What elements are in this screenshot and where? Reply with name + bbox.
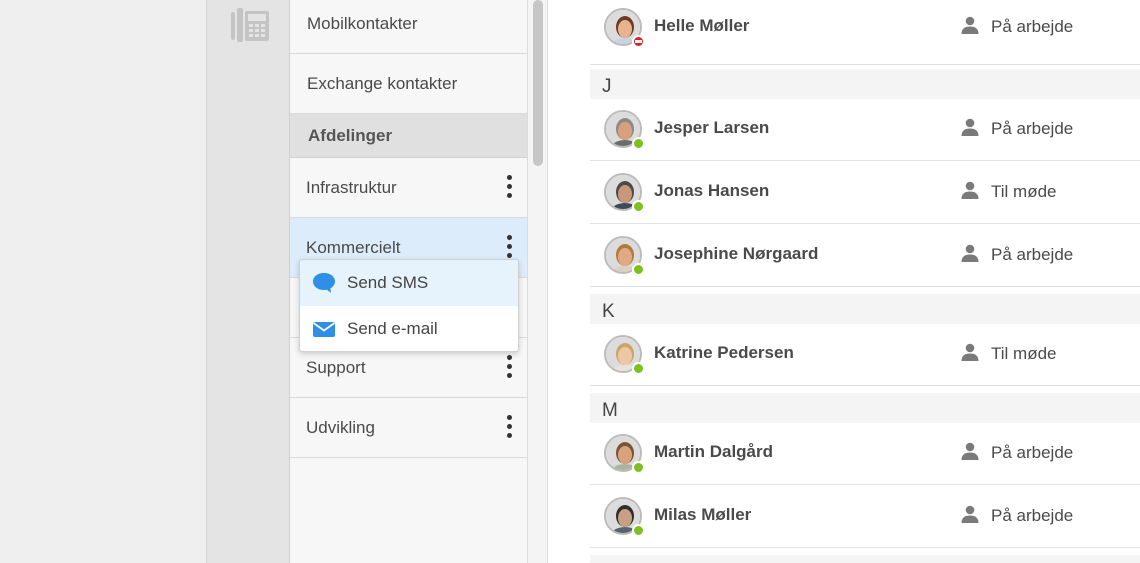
window-background — [0, 0, 206, 563]
sidebar-item-label: Exchange kontakter — [307, 73, 458, 93]
menu-item-label: Send e-mail — [347, 319, 438, 338]
presence-available-icon — [632, 200, 645, 213]
contact-list: Helle Møller På arbejde J Jesper Larsen På a… — [590, 0, 1140, 563]
contact-row[interactable]: Helle Møller På arbejde — [590, 0, 1140, 65]
contact-row[interactable]: Martin Dalgård På arbejde — [590, 423, 1140, 485]
department-label: Infrastruktur — [306, 177, 397, 197]
person-icon — [960, 342, 980, 362]
contact-row[interactable]: Milas Møller På arbejde — [590, 486, 1140, 548]
contact-status: Til møde — [991, 182, 1057, 201]
contact-name: Jonas Hansen — [654, 181, 770, 200]
contact-status: Til møde — [991, 344, 1057, 363]
presence-available-icon — [632, 461, 645, 474]
contact-status: På arbejde — [991, 506, 1074, 525]
contact-row[interactable]: Katrine Pedersen Til møde — [590, 324, 1140, 386]
left-rail — [206, 0, 290, 563]
sidebar-item-exchange-contacts[interactable]: Exchange kontakter — [290, 54, 527, 114]
contact-name: Josephine Nørgaard — [654, 244, 819, 263]
department-item-infrastructure[interactable]: Infrastruktur — [290, 158, 527, 218]
contact-name: Milas Møller — [654, 505, 752, 524]
contact-status: På arbejde — [991, 245, 1074, 264]
contact-name: Katrine Pedersen — [654, 343, 794, 362]
presence-available-icon — [632, 362, 645, 375]
department-item-development[interactable]: Udvikling — [290, 398, 527, 458]
department-label: Udvikling — [306, 417, 375, 437]
more-options-icon[interactable] — [505, 415, 513, 443]
list-scrollbar[interactable] — [528, 0, 548, 563]
sidebar-item-mobile-contacts[interactable]: Mobilkontakter — [290, 0, 527, 54]
sidebar-item-label: Mobilkontakter — [307, 13, 418, 33]
contact-status: På arbejde — [991, 17, 1074, 36]
contact-status: På arbejde — [991, 119, 1074, 138]
person-icon — [960, 15, 980, 35]
section-header-departments: Afdelinger — [290, 114, 527, 158]
contact-row[interactable]: Josephine Nørgaard På arbejde — [590, 225, 1140, 287]
contact-name: Martin Dalgård — [654, 442, 774, 461]
scrollbar-thumb[interactable] — [533, 0, 543, 166]
contact-row[interactable]: Jonas Hansen Til møde — [590, 162, 1140, 224]
person-icon — [960, 117, 980, 137]
person-icon — [960, 441, 980, 461]
menu-item-label: Send SMS — [347, 273, 429, 292]
presence-available-icon — [632, 263, 645, 276]
presence-available-icon — [632, 137, 645, 150]
person-icon — [960, 180, 980, 200]
department-context-menu: Send SMS Send e-mail — [299, 259, 519, 352]
department-label: Kommercielt — [306, 237, 401, 257]
person-icon — [960, 504, 980, 524]
contact-name: Helle Møller — [654, 16, 750, 35]
contact-status: På arbejde — [991, 443, 1074, 462]
desk-phone-icon[interactable] — [229, 6, 271, 44]
presence-available-icon — [632, 524, 645, 537]
menu-item-send-sms[interactable]: Send SMS — [300, 260, 518, 306]
more-options-icon[interactable] — [505, 355, 513, 383]
department-label: Support — [306, 357, 366, 377]
chat-bubble-icon — [313, 273, 335, 293]
panel-gap — [548, 0, 590, 563]
contact-group-header: N — [590, 555, 1140, 563]
envelope-icon — [312, 322, 336, 337]
presence-busy-icon — [632, 35, 645, 48]
contact-row[interactable]: Jesper Larsen På arbejde — [590, 99, 1140, 161]
person-icon — [960, 243, 980, 263]
contact-name: Jesper Larsen — [654, 118, 770, 137]
menu-item-send-email[interactable]: Send e-mail — [300, 306, 518, 351]
more-options-icon[interactable] — [505, 175, 513, 203]
